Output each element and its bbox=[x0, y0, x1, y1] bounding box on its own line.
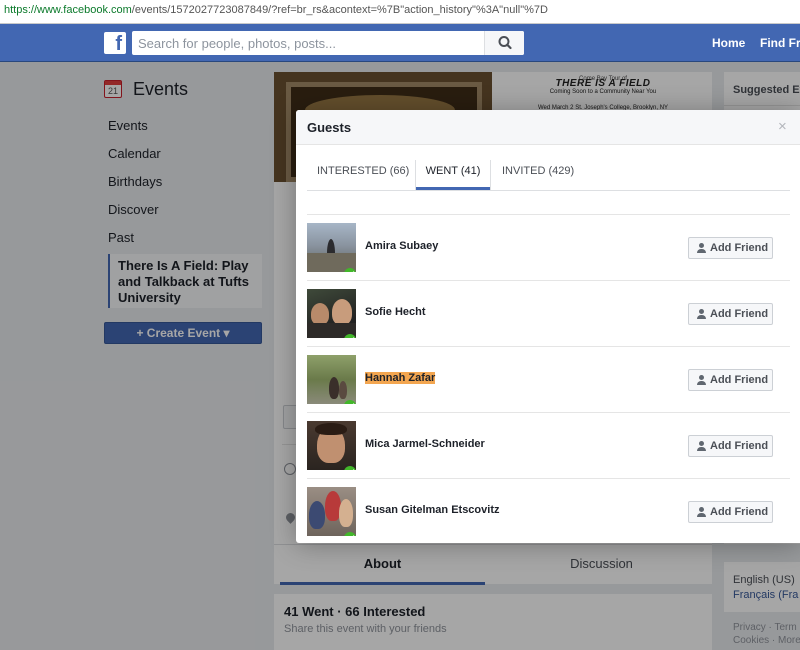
avatar[interactable] bbox=[307, 289, 356, 338]
tab-invited[interactable]: INVITED (429) bbox=[502, 158, 574, 190]
avatar[interactable] bbox=[307, 223, 356, 272]
add-friend-icon bbox=[697, 441, 706, 451]
url-text: https://www.facebook.com/events/15720277… bbox=[4, 4, 548, 16]
guest-row: Hannah Zafar Add Friend bbox=[307, 347, 790, 413]
add-friend-icon bbox=[697, 309, 706, 319]
add-friend-icon bbox=[697, 507, 706, 517]
guest-row: Susan Gitelman Etscovitz Add Friend bbox=[307, 479, 790, 543]
avatar[interactable] bbox=[307, 421, 356, 470]
guest-row: Mica Jarmel-Schneider Add Friend bbox=[307, 413, 790, 479]
guest-name-highlighted[interactable]: Hannah Zafar bbox=[365, 372, 436, 384]
guest-row: Amira Subaey Add Friend bbox=[307, 215, 790, 281]
add-friend-icon bbox=[697, 243, 706, 253]
nav-find-friends[interactable]: Find Frie bbox=[760, 36, 800, 50]
url-path: /events/1572027723087849/?ref=br_rs&acon… bbox=[131, 4, 548, 16]
search-input[interactable] bbox=[132, 31, 484, 55]
guest-name[interactable]: Sofie Hecht bbox=[365, 306, 426, 318]
guest-list[interactable]: Amira Subaey Add Friend Sofie Hecht Add … bbox=[307, 191, 790, 543]
add-friend-button[interactable]: Add Friend bbox=[688, 369, 773, 391]
facebook-logo-icon[interactable]: f bbox=[104, 32, 126, 54]
guest-name[interactable]: Mica Jarmel-Schneider bbox=[365, 438, 485, 450]
guest-row: Sofie Hecht Add Friend bbox=[307, 281, 790, 347]
facebook-top-bar: f Home Find Frie bbox=[0, 24, 800, 62]
add-friend-button[interactable]: Add Friend bbox=[688, 237, 773, 259]
search-icon bbox=[498, 36, 512, 50]
tab-went[interactable]: WENT (41) bbox=[416, 158, 490, 190]
avatar[interactable] bbox=[307, 355, 356, 404]
list-item bbox=[307, 191, 790, 215]
guest-name[interactable]: Amira Subaey bbox=[365, 240, 438, 252]
add-friend-button[interactable]: Add Friend bbox=[688, 501, 773, 523]
guest-name[interactable]: Susan Gitelman Etscovitz bbox=[365, 504, 499, 516]
dialog-header: Guests × bbox=[296, 110, 800, 145]
url-host: https://www.facebook.com bbox=[4, 4, 132, 16]
dialog-title: Guests bbox=[307, 120, 352, 135]
add-friend-icon bbox=[697, 375, 706, 385]
guests-dialog: Guests × INTERESTED (66) WENT (41) INVIT… bbox=[296, 110, 800, 543]
browser-url-bar[interactable]: https://www.facebook.com/events/15720277… bbox=[0, 0, 800, 24]
tab-interested[interactable]: INTERESTED (66) bbox=[317, 158, 409, 190]
nav-home[interactable]: Home bbox=[712, 36, 745, 50]
add-friend-button[interactable]: Add Friend bbox=[688, 435, 773, 457]
close-icon[interactable]: × bbox=[778, 118, 787, 136]
search-box[interactable] bbox=[132, 31, 524, 55]
search-button[interactable] bbox=[484, 31, 524, 55]
avatar[interactable] bbox=[307, 487, 356, 536]
add-friend-button[interactable]: Add Friend bbox=[688, 303, 773, 325]
